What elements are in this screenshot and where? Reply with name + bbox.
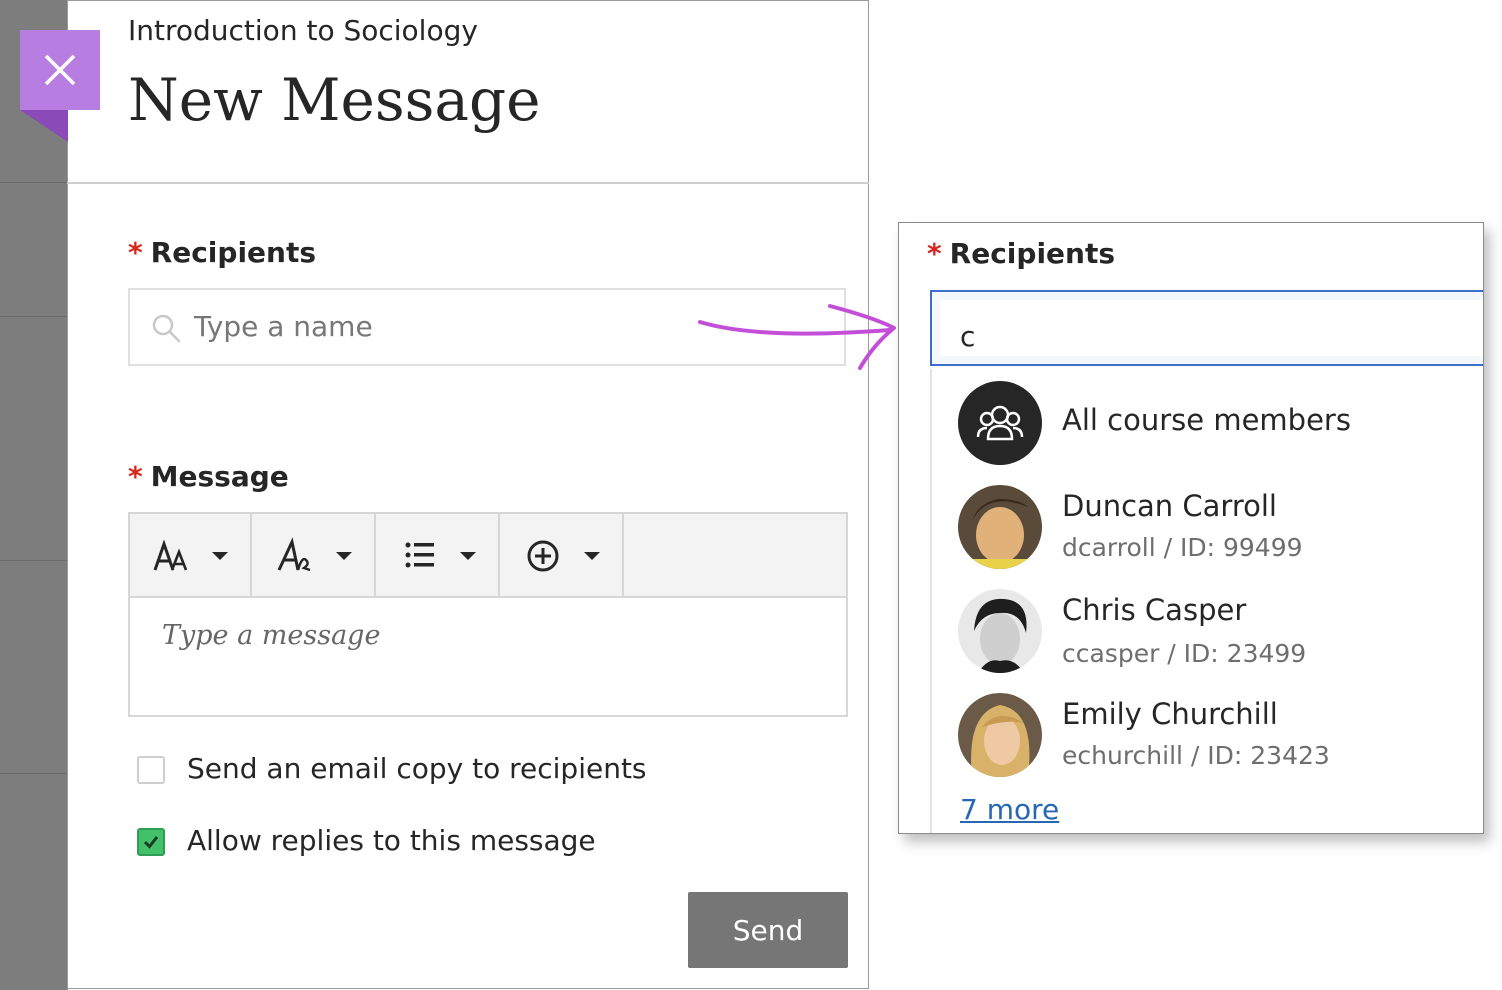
required-mark: * [128,460,143,493]
chevron-down-icon [460,552,476,560]
avatar [958,693,1042,777]
list-item-chris-casper[interactable]: Chris Casper ccasper / ID: 23499 [958,589,1478,679]
send-button[interactable]: Send [688,892,848,968]
recipients-dropdown-panel: * Recipients c All course members Duncan… [898,222,1484,834]
person-photo-icon [958,485,1042,569]
recipients-placeholder: Type a name [194,310,373,343]
person-photo-icon [958,589,1042,673]
background-page-strip [0,0,68,990]
message-editor: Type a message [128,512,848,717]
insert-content-button[interactable] [502,514,624,596]
list-item-username: ccasper / ID: 23499 [1062,639,1307,668]
font-size-icon [153,539,188,571]
recipients-search-input[interactable]: c [930,290,1483,366]
recipients-label: * Recipients [128,236,316,269]
recipient-suggestion-list: All course members Duncan Carroll dcarro… [930,369,1483,833]
allow-replies-label: Allow replies to this message [187,824,596,857]
list-button[interactable] [378,514,500,596]
list-icon [405,542,434,568]
list-item-username: dcarroll / ID: 99499 [1062,533,1303,562]
page-title: New Message [128,66,541,134]
list-item-username: echurchill / ID: 23423 [1062,741,1330,770]
chevron-down-icon [212,552,228,560]
message-textarea[interactable]: Type a message [162,620,380,651]
group-avatar [958,381,1042,465]
recipients-label-text: Recipients [150,236,317,269]
avatar [958,485,1042,569]
list-item-name: Duncan Carroll [1062,489,1277,523]
search-query: c [960,320,976,353]
font-style-icon [277,537,311,572]
message-label-text: Message [150,460,289,493]
email-copy-label: Send an email copy to recipients [187,752,647,785]
editor-toolbar [130,514,846,598]
required-mark: * [927,237,942,270]
list-item-duncan-carroll[interactable]: Duncan Carroll dcarroll / ID: 99499 [958,485,1478,575]
strip-divider [0,316,68,317]
search-icon [152,314,181,343]
person-photo-icon [958,693,1042,777]
text-size-button[interactable] [130,514,252,596]
list-item-name: Chris Casper [1062,593,1247,627]
chevron-down-icon [584,552,600,560]
group-icon [976,405,1024,441]
allow-replies-checkbox[interactable] [137,828,165,856]
required-mark: * [128,236,143,269]
close-icon [44,54,76,86]
email-copy-checkbox[interactable] [137,756,165,784]
list-item-emily-churchill[interactable]: Emily Churchill echurchill / ID: 23423 [958,693,1478,783]
dropdown-recipients-label-text: Recipients [949,237,1116,270]
message-label: * Message [128,460,289,493]
strip-divider [0,560,68,561]
avatar [958,589,1042,673]
list-item-all-course-members[interactable]: All course members [958,381,1478,465]
header-divider [67,182,869,184]
strip-divider [0,773,68,774]
close-button[interactable] [20,30,100,110]
annotation-arrow [698,304,896,370]
plus-circle-icon [527,540,559,572]
course-name: Introduction to Sociology [128,14,478,47]
list-item-name: Emily Churchill [1062,697,1278,731]
list-item-name: All course members [1062,403,1351,437]
dropdown-recipients-label: * Recipients [927,237,1115,270]
check-icon [143,836,159,849]
close-tab-fold [20,110,68,142]
more-results-link[interactable]: 7 more [960,793,1059,826]
strip-divider [0,182,68,183]
search-input-field: c [940,300,1483,356]
text-style-button[interactable] [254,514,376,596]
chevron-down-icon [336,552,352,560]
